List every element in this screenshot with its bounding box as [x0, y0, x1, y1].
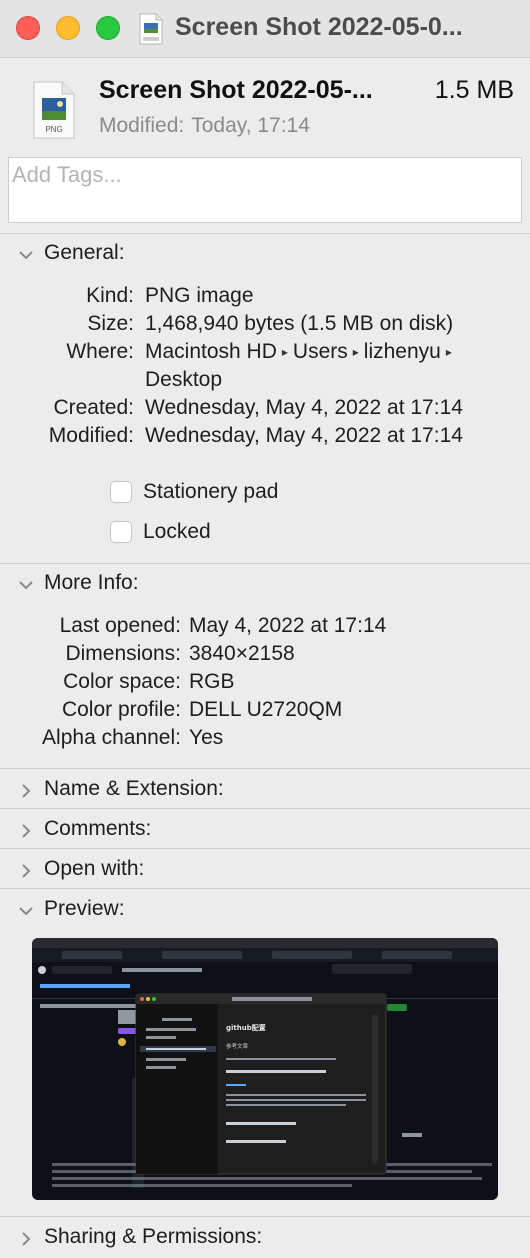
- section-sharing-label: Sharing & Permissions:: [44, 1225, 263, 1248]
- where-path: Macintosh HD ▸ Users ▸ lizhenyu ▸: [145, 340, 457, 364]
- where-label: Where:: [66, 340, 134, 363]
- chevron-right-icon: [22, 824, 31, 838]
- tags-field[interactable]: [8, 157, 522, 223]
- section-more-info-toggle[interactable]: More Info:: [0, 566, 530, 604]
- path-segment: Desktop: [145, 368, 223, 391]
- last-opened-value: May 4, 2022 at 17:14: [189, 614, 387, 637]
- divider: [0, 1216, 530, 1217]
- png-file-icon: [139, 13, 163, 45]
- section-comments-toggle[interactable]: Comments:: [0, 812, 530, 850]
- divider: [0, 848, 530, 849]
- size-value: 1,468,940 bytes (1.5 MB on disk): [145, 312, 454, 335]
- preview-subheading: 参考文章: [226, 1042, 249, 1050]
- modified-label: Modified:: [48, 424, 134, 447]
- section-preview-toggle[interactable]: Preview:: [0, 892, 530, 930]
- modified-value: Wednesday, May 4, 2022 at 17:14: [145, 424, 463, 447]
- png-file-icon: PNG: [33, 81, 75, 139]
- section-comments-label: Comments:: [44, 817, 152, 840]
- last-opened-label: Last opened:: [59, 614, 181, 637]
- chevron-down-icon: [19, 581, 33, 590]
- kind-value: PNG image: [145, 284, 254, 307]
- header-modified: Modified: Today, 17:14: [99, 114, 310, 138]
- alpha-channel-label: Alpha channel:: [42, 726, 181, 749]
- header-modified-value: Today, 17:14: [191, 114, 310, 137]
- chevron-right-icon: [22, 784, 31, 798]
- file-name: Screen Shot 2022-05-...: [99, 76, 373, 104]
- divider: [0, 808, 530, 809]
- dimensions-label: Dimensions:: [65, 642, 181, 665]
- title-bar: Screen Shot 2022-05-0...: [0, 0, 530, 58]
- path-arrow-icon: ▸: [352, 345, 359, 359]
- section-general-label: General:: [44, 241, 125, 264]
- color-profile-value: DELL U2720QM: [189, 698, 343, 721]
- section-name-extension-toggle[interactable]: Name & Extension:: [0, 772, 530, 810]
- maximize-button[interactable]: [96, 16, 120, 40]
- path-segment: lizhenyu: [363, 340, 441, 363]
- checkbox-box[interactable]: [110, 481, 132, 503]
- path-segment: Macintosh HD: [145, 340, 277, 363]
- section-open-with-label: Open with:: [44, 857, 145, 880]
- divider: [0, 563, 530, 564]
- path-arrow-icon: ▸: [445, 345, 452, 359]
- size-label: Size:: [87, 312, 134, 335]
- tags-input[interactable]: [9, 158, 521, 192]
- divider: [0, 888, 530, 889]
- dimensions-value: 3840×2158: [189, 642, 295, 665]
- locked-label: Locked: [143, 520, 211, 543]
- color-space-value: RGB: [189, 670, 235, 693]
- header-modified-label: Modified:: [99, 114, 185, 137]
- preview-heading: github配置: [226, 1023, 266, 1032]
- png-icon-label: PNG: [45, 125, 62, 134]
- section-preview-label: Preview:: [44, 897, 125, 920]
- chevron-down-icon: [19, 907, 33, 916]
- stationery-pad-label: Stationery pad: [143, 480, 279, 503]
- chevron-down-icon: [19, 251, 33, 260]
- minimize-button[interactable]: [56, 16, 80, 40]
- color-space-label: Color space:: [63, 670, 181, 693]
- section-more-info-label: More Info:: [44, 571, 139, 594]
- created-label: Created:: [53, 396, 134, 419]
- alpha-channel-value: Yes: [189, 726, 224, 749]
- section-open-with-toggle[interactable]: Open with:: [0, 852, 530, 890]
- created-value: Wednesday, May 4, 2022 at 17:14: [145, 396, 463, 419]
- color-profile-label: Color profile:: [61, 698, 181, 721]
- chevron-right-icon: [22, 1232, 31, 1246]
- preview-screenshot: github配置 参考文章: [32, 938, 498, 1188]
- section-name-extension-label: Name & Extension:: [44, 777, 224, 800]
- divider: [0, 768, 530, 769]
- preview-image: github配置 参考文章: [32, 938, 498, 1200]
- section-sharing-toggle[interactable]: Sharing & Permissions:: [0, 1220, 530, 1258]
- window-title: Screen Shot 2022-05-0...: [175, 13, 463, 41]
- file-size: 1.5 MB: [434, 76, 514, 104]
- kind-label: Kind:: [86, 284, 134, 307]
- close-button[interactable]: [16, 16, 40, 40]
- path-arrow-icon: ▸: [281, 345, 288, 359]
- section-general-toggle[interactable]: General:: [0, 236, 530, 274]
- divider: [0, 233, 530, 234]
- path-segment: Users: [292, 340, 348, 363]
- chevron-right-icon: [22, 864, 31, 878]
- checkbox-box[interactable]: [110, 521, 132, 543]
